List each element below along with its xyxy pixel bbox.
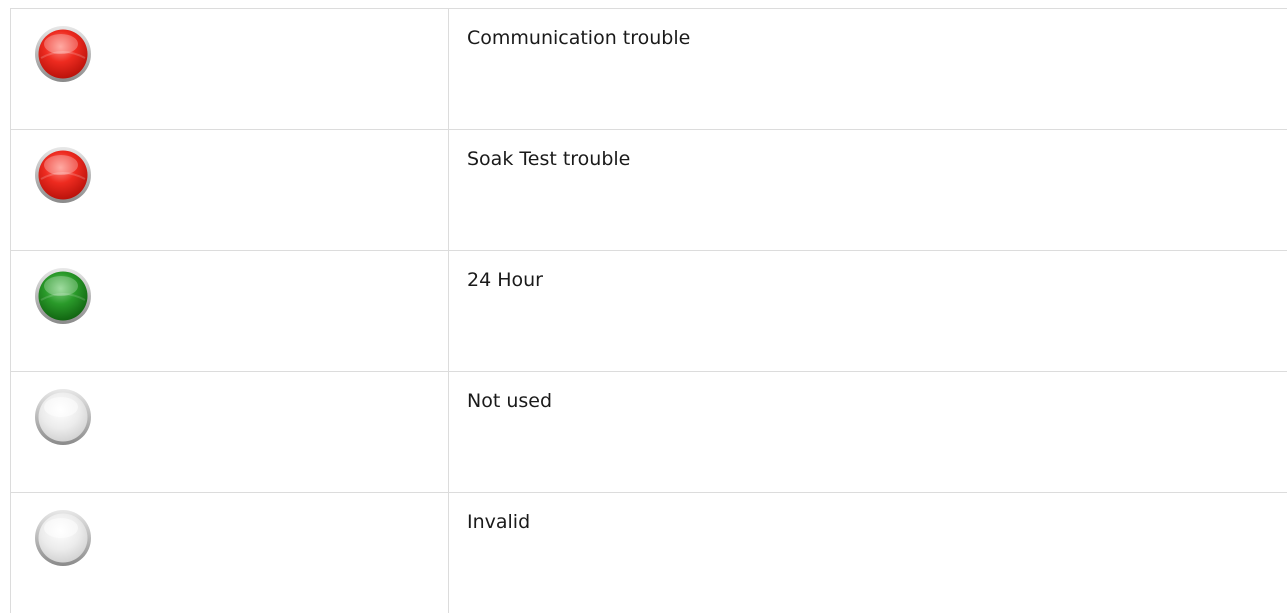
red-indicator-icon	[33, 145, 93, 205]
table-row: Soak Test trouble	[11, 130, 1287, 251]
indicator-cell	[11, 372, 449, 493]
indicator-cell	[11, 9, 449, 130]
table-row: 24 Hour	[11, 251, 1287, 372]
indicator-cell	[11, 130, 449, 251]
table-row: Invalid	[11, 493, 1287, 613]
table-row: Communication trouble	[11, 9, 1287, 130]
label-cell: Communication trouble	[449, 9, 1287, 130]
green-indicator-icon	[33, 266, 93, 326]
red-indicator-icon	[33, 24, 93, 84]
label-cell: 24 Hour	[449, 251, 1287, 372]
status-label: Soak Test trouble	[467, 145, 1287, 173]
indicator-cell	[11, 251, 449, 372]
grey-indicator-icon	[33, 508, 93, 568]
label-cell: Soak Test trouble	[449, 130, 1287, 251]
status-label: 24 Hour	[467, 266, 1287, 294]
status-label: Communication trouble	[467, 24, 1287, 52]
status-legend-table: Communication trouble Soak Test trouble	[10, 8, 1287, 613]
label-cell: Not used	[449, 372, 1287, 493]
status-label: Not used	[467, 387, 1287, 415]
status-label: Invalid	[467, 508, 1287, 536]
table-row: Not used	[11, 372, 1287, 493]
label-cell: Invalid	[449, 493, 1287, 613]
indicator-cell	[11, 493, 449, 613]
grey-indicator-icon	[33, 387, 93, 447]
